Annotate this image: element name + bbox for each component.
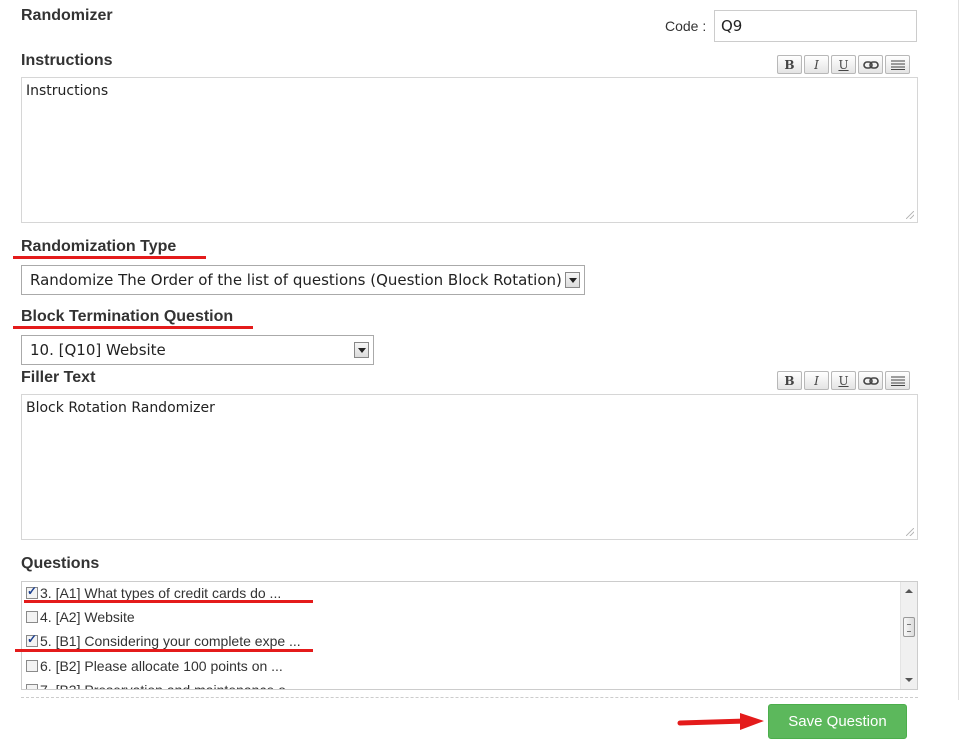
instructions-label: Instructions [21, 52, 113, 69]
list-item[interactable]: 7. [B3] Preservation and maintenance o..… [26, 680, 298, 690]
question-checkbox[interactable] [26, 660, 38, 672]
scroll-down-icon[interactable] [905, 678, 913, 682]
question-checkbox[interactable] [26, 584, 38, 599]
randomization-type-label: Randomization Type [21, 238, 177, 255]
filler-toolbar: B I U [777, 371, 910, 391]
block-termination-select[interactable]: 10. [Q10] Website [21, 335, 374, 365]
divider [21, 697, 918, 698]
align-icon[interactable] [885, 55, 910, 74]
link-icon[interactable] [858, 55, 883, 74]
section-title: Randomizer [21, 7, 113, 24]
underline-button[interactable]: U [831, 371, 856, 390]
annotation-underline [24, 600, 313, 603]
filler-text-value: Block Rotation Randomizer [26, 400, 215, 416]
code-input[interactable]: Q9 [714, 10, 917, 42]
question-label: 4. [A2] Website [40, 609, 135, 625]
annotation-underline [13, 326, 253, 329]
questions-listbox[interactable]: 3. [A1] What types of credit cards do ..… [21, 581, 918, 690]
scroll-up-icon[interactable] [905, 589, 913, 593]
filler-text-textarea[interactable]: Block Rotation Randomizer [21, 394, 918, 540]
randomization-type-value: Randomize The Order of the list of quest… [30, 271, 562, 289]
underline-button[interactable]: U [831, 55, 856, 74]
list-item[interactable]: 4. [A2] Website [26, 607, 135, 627]
align-icon[interactable] [885, 371, 910, 390]
scroll-thumb[interactable] [903, 617, 915, 637]
resize-grip-icon[interactable] [906, 211, 914, 219]
questions-label: Questions [21, 555, 100, 572]
resize-grip-icon[interactable] [906, 528, 914, 536]
block-termination-label: Block Termination Question [21, 308, 234, 325]
code-label: Code : [665, 18, 707, 34]
bold-button[interactable]: B [777, 55, 802, 74]
question-label: 3. [A1] What types of credit cards do ..… [40, 585, 282, 601]
list-item[interactable]: 5. [B1] Considering your complete expe .… [26, 631, 301, 651]
question-label: 7. [B3] Preservation and maintenance o..… [40, 682, 298, 690]
list-item[interactable]: 6. [B2] Please allocate 100 points on ..… [26, 656, 283, 676]
chevron-down-icon[interactable] [565, 272, 580, 288]
question-label: 5. [B1] Considering your complete expe .… [40, 633, 301, 649]
annotation-underline [15, 649, 313, 652]
question-label: 6. [B2] Please allocate 100 points on ..… [40, 658, 283, 674]
instructions-text: Instructions [26, 83, 109, 99]
filler-text-label: Filler Text [21, 369, 96, 386]
save-question-button[interactable]: Save Question [768, 704, 907, 739]
page-right-border [958, 0, 959, 700]
block-termination-value: 10. [Q10] Website [30, 341, 166, 359]
link-icon[interactable] [858, 371, 883, 390]
annotation-arrow-icon [677, 713, 764, 730]
randomization-type-select[interactable]: Randomize The Order of the list of quest… [21, 265, 585, 295]
instructions-toolbar: B I U [777, 55, 910, 75]
question-checkbox[interactable] [26, 632, 38, 647]
instructions-textarea[interactable]: Instructions [21, 77, 918, 223]
annotation-underline [13, 256, 206, 259]
questions-scrollbar[interactable] [900, 582, 917, 689]
question-checkbox[interactable] [26, 611, 38, 623]
italic-button[interactable]: I [804, 55, 829, 74]
bold-button[interactable]: B [777, 371, 802, 390]
italic-button[interactable]: I [804, 371, 829, 390]
chevron-down-icon[interactable] [354, 342, 369, 358]
question-checkbox[interactable] [26, 684, 38, 689]
